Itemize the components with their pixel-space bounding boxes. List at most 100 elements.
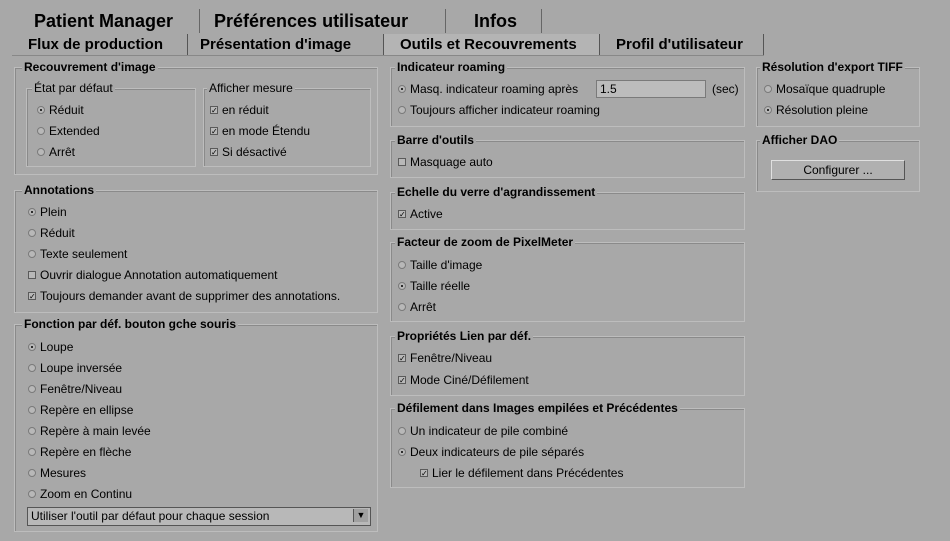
- zoom-option-label: Taille réelle: [410, 279, 471, 293]
- annotation-option-plein[interactable]: Plein: [28, 205, 67, 219]
- roaming-option-masquer[interactable]: Masq. indicateur roaming après: [398, 82, 578, 96]
- roaming-title: Indicateur roaming: [395, 60, 508, 74]
- afficher-title: Afficher mesure: [207, 81, 295, 95]
- annotation-check-ouvrir[interactable]: Ouvrir dialogue Annotation automatiqueme…: [28, 268, 278, 282]
- radio-icon: [28, 448, 36, 456]
- afficher-option-reduit[interactable]: en réduit: [210, 103, 269, 117]
- zoom-option-taille-image[interactable]: Taille d'image: [398, 258, 482, 272]
- radio-icon: [398, 282, 406, 290]
- fonction-option-zoom[interactable]: Zoom en Continu: [28, 487, 132, 501]
- zoom-option-arret[interactable]: Arrêt: [398, 300, 436, 314]
- recouvrement-title: Recouvrement d'image: [22, 60, 158, 74]
- tiff-option-pleine[interactable]: Résolution pleine: [764, 103, 868, 117]
- lien-check-label: Fenêtre/Niveau: [410, 351, 493, 365]
- etat-option-reduit[interactable]: Réduit: [37, 103, 84, 117]
- checkbox-icon: [210, 127, 218, 135]
- radio-icon: [398, 261, 406, 269]
- top-tab-bar: Patient Manager Préférences utilisateur …: [12, 9, 542, 33]
- tiff-title: Résolution d'export TIFF: [760, 60, 905, 74]
- tab-preferences-utilisateur[interactable]: Préférences utilisateur: [200, 9, 446, 33]
- roaming-unit-label: (sec): [712, 82, 739, 96]
- radio-icon: [28, 406, 36, 414]
- checkbox-icon: [398, 210, 406, 218]
- fonction-option-fleche[interactable]: Repère en flèche: [28, 445, 131, 459]
- fonction-option-label: Zoom en Continu: [40, 487, 133, 501]
- tiff-option-label: Résolution pleine: [776, 103, 869, 117]
- echelle-title: Echelle du verre d'agrandissement: [395, 185, 598, 199]
- checkbox-icon: [28, 292, 36, 300]
- fonction-option-loupe[interactable]: Loupe: [28, 340, 73, 354]
- roaming-delay-input[interactable]: 1.5: [596, 80, 706, 98]
- annotation-check-label: Toujours demander avant de supprimer des…: [40, 289, 341, 303]
- fonction-option-fenetre-niveau[interactable]: Fenêtre/Niveau: [28, 382, 122, 396]
- fonction-option-label: Fenêtre/Niveau: [40, 382, 123, 396]
- checkbox-icon: [398, 354, 406, 362]
- checkbox-icon: [398, 158, 406, 166]
- tab-presentation-image[interactable]: Présentation d'image: [188, 34, 384, 55]
- defilement-option-separes[interactable]: Deux indicateurs de pile séparés: [398, 445, 584, 459]
- fonction-session-dropdown[interactable]: Utiliser l'outil par défaut pour chaque …: [27, 507, 371, 526]
- zoom-option-label: Arrêt: [410, 300, 437, 314]
- fonction-option-loupe-inversee[interactable]: Loupe inversée: [28, 361, 122, 375]
- barre-check-masquage[interactable]: Masquage auto: [398, 155, 493, 169]
- annotation-check-supprimer[interactable]: Toujours demander avant de supprimer des…: [28, 289, 340, 303]
- echelle-check-active[interactable]: Active: [398, 207, 443, 221]
- fonction-option-mesures[interactable]: Mesures: [28, 466, 86, 480]
- afficher-option-label: en mode Étendu: [222, 124, 311, 138]
- fonction-option-ellipse[interactable]: Repère en ellipse: [28, 403, 133, 417]
- radio-icon: [28, 490, 36, 498]
- defilement-check-lier[interactable]: Lier le défilement dans Précédentes: [420, 466, 623, 480]
- fonction-option-label: Loupe: [40, 340, 74, 354]
- lien-check-cine[interactable]: Mode Ciné/Défilement: [398, 373, 529, 387]
- tab-profil-utilisateur[interactable]: Profil d'utilisateur: [600, 34, 764, 55]
- fonction-option-main-levee[interactable]: Repère à main levée: [28, 424, 151, 438]
- radio-icon: [28, 469, 36, 477]
- dropdown-value: Utiliser l'outil par défaut pour chaque …: [31, 509, 270, 523]
- afficher-option-label: Si désactivé: [222, 145, 287, 159]
- zoom-option-taille-reelle[interactable]: Taille réelle: [398, 279, 470, 293]
- radio-icon: [398, 106, 406, 114]
- tab-flux-de-production[interactable]: Flux de production: [12, 34, 188, 55]
- afficher-option-etendu[interactable]: en mode Étendu: [210, 124, 310, 138]
- dao-title: Afficher DAO: [760, 133, 840, 147]
- radio-icon: [28, 364, 36, 372]
- lien-title: Propriétés Lien par déf.: [395, 329, 534, 343]
- roaming-option-label: Toujours afficher indicateur roaming: [410, 103, 600, 117]
- tab-outils-et-recouvrements[interactable]: Outils et Recouvrements: [384, 34, 600, 55]
- radio-icon: [28, 343, 36, 351]
- afficher-option-desactive[interactable]: Si désactivé: [210, 145, 287, 159]
- etat-title: État par défaut: [32, 81, 115, 95]
- tiff-panel: [756, 67, 920, 127]
- configurer-button[interactable]: Configurer ...: [771, 160, 905, 180]
- radio-icon: [398, 427, 406, 435]
- radio-icon: [28, 229, 36, 237]
- annotation-option-label: Réduit: [40, 226, 75, 240]
- checkbox-icon: [28, 271, 36, 279]
- radio-icon: [37, 106, 45, 114]
- fonction-title: Fonction par déf. bouton gche souris: [22, 317, 238, 331]
- etat-option-label: Extended: [49, 124, 100, 138]
- annotations-title: Annotations: [22, 183, 96, 197]
- radio-icon: [398, 448, 406, 456]
- tiff-option-label: Mosaïque quadruple: [776, 82, 886, 96]
- lien-check-fenetre-niveau[interactable]: Fenêtre/Niveau: [398, 351, 492, 365]
- defilement-option-label: Deux indicateurs de pile séparés: [410, 445, 585, 459]
- defilement-title: Défilement dans Images empilées et Précé…: [395, 401, 680, 415]
- etat-option-arret[interactable]: Arrêt: [37, 145, 75, 159]
- checkbox-icon: [398, 376, 406, 384]
- defilement-option-combine[interactable]: Un indicateur de pile combiné: [398, 424, 568, 438]
- barre-check-label: Masquage auto: [410, 155, 493, 169]
- tab-infos[interactable]: Infos: [446, 9, 542, 33]
- roaming-unit: (sec): [712, 82, 739, 96]
- radio-icon: [28, 250, 36, 258]
- annotation-option-label: Plein: [40, 205, 67, 219]
- chevron-down-icon[interactable]: ▼: [353, 509, 368, 522]
- etat-option-label: Réduit: [49, 103, 84, 117]
- tab-patient-manager[interactable]: Patient Manager: [12, 9, 200, 33]
- tiff-option-mosaique[interactable]: Mosaïque quadruple: [764, 82, 885, 96]
- annotation-option-reduit[interactable]: Réduit: [28, 226, 75, 240]
- roaming-option-toujours[interactable]: Toujours afficher indicateur roaming: [398, 103, 600, 117]
- etat-option-extended[interactable]: Extended: [37, 124, 100, 138]
- annotation-check-label: Ouvrir dialogue Annotation automatiqueme…: [40, 268, 278, 282]
- annotation-option-texte[interactable]: Texte seulement: [28, 247, 127, 261]
